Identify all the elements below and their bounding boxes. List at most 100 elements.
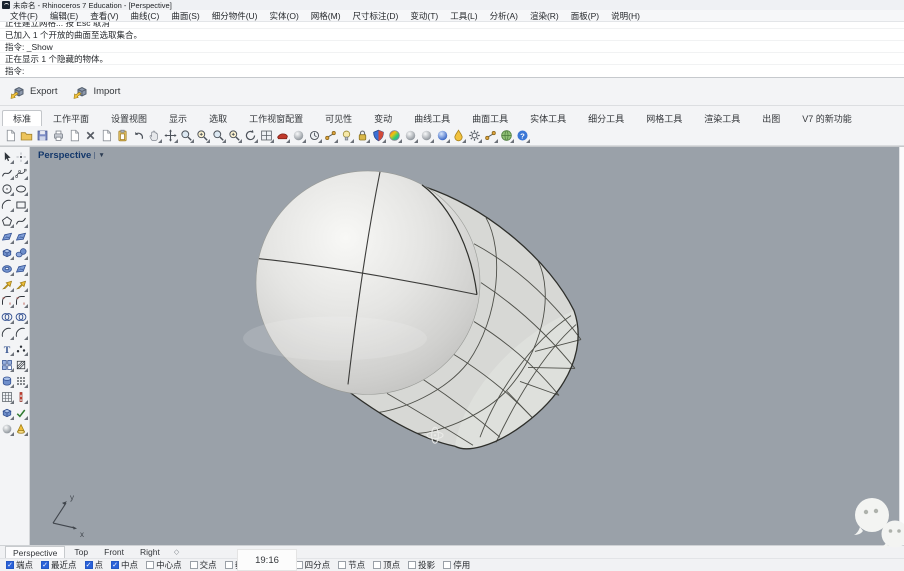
viewport-menu-chevron-icon[interactable]: ▼ (94, 152, 104, 159)
zoom-selected-icon[interactable] (211, 128, 226, 143)
hatch-icon[interactable] (14, 357, 28, 372)
command-prompt-input[interactable]: 指令: (0, 65, 904, 78)
menu-item-file[interactable]: 文件(F) (4, 10, 44, 22)
osnap-checkbox-vertex[interactable] (373, 561, 381, 569)
ellipse-icon[interactable] (14, 181, 28, 196)
ribbon-tab-standard[interactable]: 标准 (2, 110, 42, 126)
ribbon-tab-mesh-tools[interactable]: 网格工具 (635, 110, 693, 126)
osnap-checkbox-near[interactable]: ✓ (41, 561, 49, 569)
select-icon[interactable] (0, 149, 14, 164)
osnap-label-intersection[interactable]: 交点 (200, 559, 217, 571)
viewport-tabs-menu-icon[interactable]: ◇ (169, 548, 184, 556)
render-icon[interactable] (371, 128, 386, 143)
menu-item-curve[interactable]: 曲线(C) (125, 10, 166, 22)
blend-curve-icon[interactable] (0, 325, 14, 340)
viewport-tab-perspective[interactable]: Perspective (5, 546, 65, 558)
check-objects-icon[interactable] (14, 405, 28, 420)
save-icon[interactable] (35, 128, 50, 143)
boolean-union-icon[interactable] (0, 309, 14, 324)
osnap-checkbox-disable[interactable] (443, 561, 451, 569)
menu-item-panels[interactable]: 面板(P) (565, 10, 605, 22)
fillet-corner-icon[interactable] (0, 293, 14, 308)
cone-icon[interactable] (14, 421, 28, 436)
delete-icon[interactable] (83, 128, 98, 143)
chamfer-corner-icon[interactable] (14, 293, 28, 308)
import-button[interactable]: Import (73, 84, 120, 100)
osnap-checkbox-end[interactable]: ✓ (6, 561, 14, 569)
solid-cylinder-icon[interactable] (0, 373, 14, 388)
ribbon-tab-solid-tools[interactable]: 实体工具 (519, 110, 577, 126)
web-help-icon[interactable] (499, 128, 514, 143)
menu-item-tools[interactable]: 工具(L) (444, 10, 483, 22)
text-object-icon[interactable] (0, 341, 14, 356)
menu-item-surface[interactable]: 曲面(S) (165, 10, 205, 22)
circle-center-icon[interactable] (0, 181, 14, 196)
ribbon-tab-select[interactable]: 选取 (198, 110, 238, 126)
shaded-display-icon[interactable] (275, 128, 290, 143)
offset-surface-icon[interactable] (14, 277, 28, 292)
zoom-extents-icon[interactable] (227, 128, 242, 143)
viewport-canvas[interactable]: y x (30, 147, 899, 545)
extrude-curve-icon[interactable] (0, 277, 14, 292)
osnap-label-quadrant[interactable]: 四分点 (305, 559, 331, 571)
osnap-checkbox-center[interactable] (146, 561, 154, 569)
single-point-icon[interactable] (14, 149, 28, 164)
box-icon[interactable] (0, 245, 14, 260)
help-icon[interactable] (515, 128, 530, 143)
menu-item-render[interactable]: 渲染(R) (524, 10, 565, 22)
osnap-label-point[interactable]: 点 (95, 559, 104, 571)
four-viewports-icon[interactable] (259, 128, 274, 143)
menu-item-solid[interactable]: 实体(O) (264, 10, 305, 22)
curve-freeform-icon[interactable] (0, 165, 14, 180)
shaded-sphere-icon[interactable] (419, 128, 434, 143)
menu-item-dimension[interactable]: 尺寸标注(D) (347, 10, 405, 22)
perspective-viewport[interactable]: Perspective ▼ (30, 147, 899, 545)
ribbon-tab-render-tools[interactable]: 渲染工具 (693, 110, 751, 126)
history-links-icon[interactable] (483, 128, 498, 143)
ribbon-tab-display[interactable]: 显示 (158, 110, 198, 126)
osnap-checkbox-intersection[interactable] (190, 561, 198, 569)
surface-from-points-icon[interactable] (0, 229, 14, 244)
osnap-checkbox-knot[interactable] (338, 561, 346, 569)
mesh-sphere-icon[interactable] (0, 421, 14, 436)
ribbon-tab-set-view[interactable]: 设置视图 (100, 110, 158, 126)
osnap-checkbox-project[interactable] (408, 561, 416, 569)
ribbon-tab-cplane[interactable]: 工作平面 (42, 110, 100, 126)
spin-view-icon[interactable] (307, 128, 322, 143)
osnap-checkbox-mid[interactable]: ✓ (111, 561, 119, 569)
trim-solid-icon[interactable] (0, 405, 14, 420)
viewport-title-menu[interactable]: Perspective ▼ (38, 150, 105, 161)
osnap-label-center[interactable]: 中心点 (156, 559, 182, 571)
paste-icon[interactable] (115, 128, 130, 143)
menu-item-transform[interactable]: 变动(T) (404, 10, 444, 22)
open-file-icon[interactable] (19, 128, 34, 143)
rotate-view-icon[interactable] (243, 128, 258, 143)
osnap-checkbox-point[interactable]: ✓ (85, 561, 93, 569)
print-icon[interactable] (51, 128, 66, 143)
osnap-label-project[interactable]: 投影 (418, 559, 435, 571)
grid-block-icon[interactable] (0, 389, 14, 404)
surface-plane-icon[interactable] (14, 229, 28, 244)
material-drop-icon[interactable] (451, 128, 466, 143)
hide-objects-icon[interactable] (339, 128, 354, 143)
array-objects-icon[interactable] (14, 373, 28, 388)
menu-item-subd[interactable]: 细分物件(U) (206, 10, 264, 22)
object-links-icon[interactable] (323, 128, 338, 143)
control-point-curve-icon[interactable] (14, 165, 28, 180)
osnap-label-mid[interactable]: 中点 (121, 559, 138, 571)
move-icon[interactable] (163, 128, 178, 143)
zoom-dynamic-icon[interactable] (179, 128, 194, 143)
group-objects-icon[interactable] (0, 357, 14, 372)
zoom-window-icon[interactable] (195, 128, 210, 143)
osnap-label-disable[interactable]: 停用 (453, 559, 470, 571)
boolean-difference-icon[interactable] (14, 309, 28, 324)
copy-to-clipboard-icon[interactable] (67, 128, 82, 143)
new-file-icon[interactable] (3, 128, 18, 143)
menu-item-view[interactable]: 查看(V) (84, 10, 124, 22)
ribbon-tab-visibility[interactable]: 可见性 (314, 110, 363, 126)
adjustable-arc-icon[interactable] (14, 325, 28, 340)
raytrace-sphere-icon[interactable] (435, 128, 450, 143)
osnap-checkbox-perpendicular[interactable] (225, 561, 233, 569)
ribbon-tab-new-in-v7[interactable]: V7 的新功能 (791, 110, 863, 126)
menu-item-analyze[interactable]: 分析(A) (484, 10, 524, 22)
